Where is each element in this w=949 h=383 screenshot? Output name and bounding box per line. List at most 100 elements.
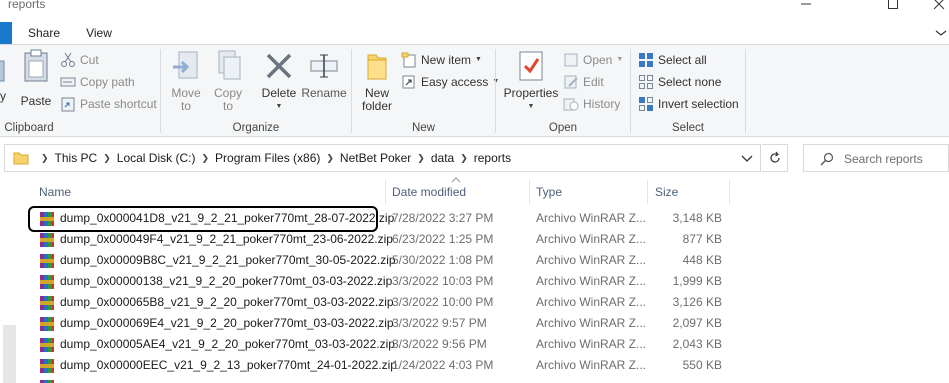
new-item-button[interactable]: New item ▼ (401, 51, 482, 69)
minimize-icon (801, 3, 811, 5)
winrar-archive-icon (40, 296, 54, 310)
new-folder-button[interactable]: New folder (358, 49, 396, 113)
select-all-button[interactable]: Select all (638, 51, 707, 69)
column-divider[interactable] (529, 180, 530, 204)
file-row[interactable]: dump_0x00000EEC_v21_9_2_13_poker770mt_24… (34, 355, 734, 376)
clipboard-paste-icon (24, 49, 48, 82)
file-row[interactable]: dump_0x00005AE4_v21_9_2_20_poker770mt_03… (34, 334, 734, 355)
chevron-down-icon[interactable] (741, 152, 753, 164)
file-row[interactable] (34, 376, 734, 383)
tab-share[interactable]: Share (22, 22, 66, 44)
properties-button[interactable]: Properties ▼ (502, 49, 560, 113)
ribbon-collapse-icon[interactable] (935, 28, 947, 38)
file-size: 3,148 KB (672, 211, 722, 225)
easy-access-button[interactable]: Easy access ▼ (401, 73, 499, 91)
invert-selection-icon (639, 97, 653, 111)
address-row: ❯ This PC ❯ Local Disk (C:) ❯ Program Fi… (0, 142, 949, 172)
file-row[interactable]: dump_0x00000138_v21_9_2_20_poker770mt_03… (34, 271, 734, 292)
pin-icon (0, 60, 5, 82)
column-divider[interactable] (647, 180, 648, 204)
file-type: Archivo WinRAR Z... (536, 358, 647, 372)
file-size: 3,126 KB (672, 295, 722, 309)
file-row[interactable]: dump_0x000065B8_v21_9_2_20_poker770mt_03… (34, 292, 734, 313)
file-size: 550 KB (682, 358, 722, 372)
file-date-modified: 3/3/2022 9:56 PM (392, 337, 487, 351)
file-row[interactable]: dump_0x000069E4_v21_9_2_20_poker770mt_03… (34, 313, 734, 334)
select-all-icon (639, 53, 653, 67)
select-none-icon (639, 75, 653, 89)
winrar-archive-icon (40, 380, 54, 383)
rename-button[interactable]: Rename (301, 49, 347, 100)
copy-path-button[interactable]: Copy path (60, 73, 135, 91)
winrar-archive-icon (40, 359, 54, 373)
address-bar[interactable]: ❯ This PC ❯ Local Disk (C:) ❯ Program Fi… (4, 144, 761, 172)
breadcrumb-chevron-icon[interactable]: ❯ (101, 153, 113, 164)
search-input[interactable]: Search reports (803, 144, 949, 172)
file-size: 448 KB (682, 253, 722, 267)
breadcrumb-chevron-icon[interactable]: ❯ (39, 153, 51, 164)
rename-icon (310, 54, 338, 78)
open-icon (564, 53, 578, 67)
paste-shortcut-button[interactable]: Paste shortcut (60, 95, 157, 113)
file-size: 1,999 KB (672, 274, 722, 288)
clipboard-group-label: Clipboard (4, 122, 54, 134)
file-type: Archivo WinRAR Z... (536, 211, 647, 225)
cut-button[interactable]: Cut (60, 51, 99, 69)
select-none-label: Select none (658, 75, 722, 89)
move-to-button[interactable]: Move to (167, 49, 205, 113)
select-all-label: Select all (658, 53, 707, 67)
breadcrumb-this-pc[interactable]: This PC (51, 151, 102, 165)
delete-button[interactable]: Delete ▼ (258, 49, 300, 113)
select-group: Select all Select none Invert selection … (631, 45, 745, 137)
winrar-archive-icon (40, 233, 54, 247)
breadcrumb-local-disk[interactable]: Local Disk (C:) (113, 151, 200, 165)
refresh-button[interactable] (762, 144, 788, 172)
file-type: Archivo WinRAR Z... (536, 274, 647, 288)
column-header-size[interactable]: Size (655, 180, 729, 204)
delete-x-icon (266, 53, 292, 79)
history-label: History (583, 97, 621, 111)
breadcrumb-program-files[interactable]: Program Files (x86) (211, 151, 324, 165)
pin-quick-access-button[interactable]: y (0, 87, 6, 105)
column-divider[interactable] (385, 180, 386, 204)
properties-icon (519, 51, 543, 81)
history-button[interactable]: History (563, 95, 620, 113)
tab-view[interactable]: View (80, 22, 118, 44)
tab-file[interactable] (0, 22, 12, 44)
winrar-archive-icon (40, 317, 54, 331)
minimize-button[interactable] (783, 0, 829, 14)
column-divider[interactable] (729, 180, 730, 204)
breadcrumb-chevron-icon[interactable]: ❯ (199, 153, 211, 164)
breadcrumb-chevron-icon[interactable]: ❯ (458, 153, 470, 164)
copy-to-button[interactable]: Copy to (209, 49, 247, 113)
select-none-button[interactable]: Select none (638, 73, 721, 91)
paste-button[interactable]: Paste (17, 49, 55, 108)
open-button[interactable]: Open ▼ (563, 51, 623, 69)
open-group-label: Open (548, 122, 578, 134)
breadcrumb-data[interactable]: data (427, 151, 458, 165)
breadcrumb-netbet-poker[interactable]: NetBet Poker (336, 151, 415, 165)
open-caret: ▼ (616, 56, 624, 63)
column-header-type[interactable]: Type (536, 180, 647, 204)
close-button[interactable] (916, 0, 949, 14)
properties-label: Properties (503, 86, 559, 100)
new-item-icon (401, 52, 416, 68)
file-row[interactable]: dump_0x000049F4_v21_9_2_21_poker770mt_23… (34, 229, 734, 250)
breadcrumb-chevron-icon[interactable]: ❯ (324, 153, 336, 164)
clipboard-group: y Paste Cut Copy path Paste shortcut Cli… (0, 45, 160, 137)
navigation-pane-scrollbar[interactable] (3, 325, 16, 383)
breadcrumb-chevron-icon[interactable]: ❯ (415, 153, 427, 164)
column-header-date-modified[interactable]: Date modified (392, 180, 530, 204)
file-type: Archivo WinRAR Z... (536, 253, 647, 267)
file-size: 2,043 KB (672, 337, 722, 351)
edit-button[interactable]: Edit (563, 73, 604, 91)
breadcrumb-reports[interactable]: reports (470, 151, 515, 165)
invert-selection-button[interactable]: Invert selection (638, 95, 739, 113)
file-type: Archivo WinRAR Z... (536, 295, 647, 309)
history-icon (563, 98, 579, 111)
maximize-button[interactable] (870, 0, 916, 14)
column-header-name[interactable]: Name (39, 180, 385, 204)
file-row[interactable]: dump_0x00009B8C_v21_9_2_21_poker770mt_30… (34, 250, 734, 271)
new-item-label: New item (421, 53, 472, 67)
close-icon (933, 0, 945, 10)
